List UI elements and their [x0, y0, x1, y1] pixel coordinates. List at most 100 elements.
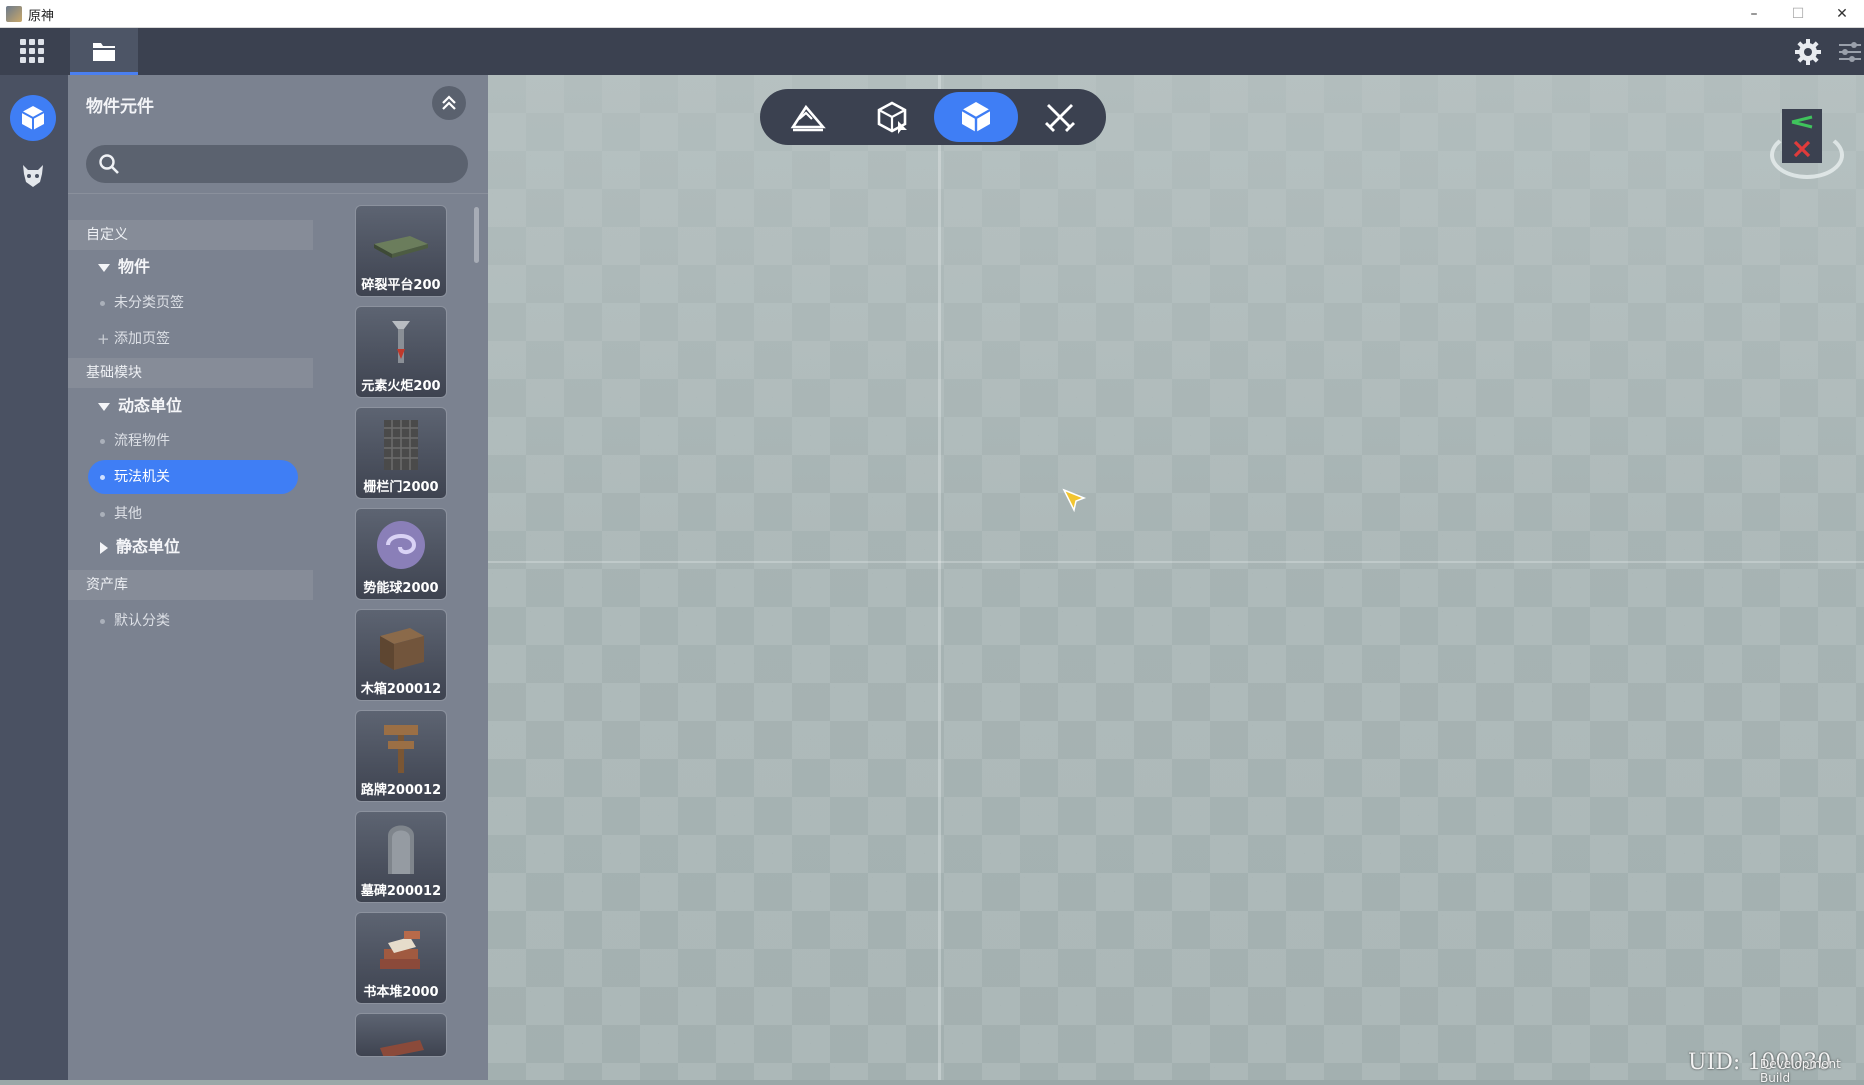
scrollbar[interactable] — [474, 207, 479, 263]
caret-down-icon — [98, 402, 110, 411]
sidebar-item-add-tab[interactable]: + 添加页签 — [88, 322, 298, 356]
sidebar-item-other[interactable]: 其他 — [88, 497, 298, 531]
tombstone-icon — [388, 825, 414, 874]
component-tile[interactable]: 栅栏门2000 — [355, 407, 447, 499]
axis-y-icon — [1782, 109, 1822, 135]
grid-line — [488, 561, 1864, 563]
grid-icon[interactable] — [20, 39, 44, 63]
group-label: 物件 — [118, 257, 151, 276]
caret-right-icon — [100, 541, 108, 554]
component-label: 栅栏门2000 — [363, 480, 439, 495]
component-tile[interactable]: 书本堆2000 — [355, 912, 447, 1004]
bullet-icon — [100, 475, 105, 480]
collapse-button[interactable] — [432, 86, 466, 120]
platform-icon — [374, 236, 428, 258]
group-label: 动态单位 — [118, 396, 183, 415]
cube-icon — [21, 106, 45, 130]
component-tile[interactable]: 木箱200012 — [355, 609, 447, 701]
plus-icon: + — [97, 330, 110, 348]
fog-overlay — [488, 75, 1864, 1080]
sidebar-item-label: 默认分类 — [114, 613, 170, 629]
section-basic[interactable]: 基础模块 — [68, 358, 313, 388]
wireframe-cube-icon — [877, 101, 907, 134]
component-label: 路牌200012 — [360, 783, 442, 798]
component-tile[interactable]: 墓碑200012 — [355, 811, 447, 903]
group-objects[interactable]: 物件 — [98, 252, 150, 282]
search-icon — [99, 154, 119, 174]
crossed-swords-icon — [1045, 104, 1075, 132]
brick-icon — [380, 1040, 424, 1056]
search-input[interactable] — [126, 147, 460, 183]
component-tile[interactable]: 元素火炬200 — [355, 306, 447, 398]
component-tile[interactable]: 碎裂平台200 — [355, 205, 447, 297]
rail-item-components[interactable] — [10, 95, 56, 141]
sidebar-item-label: 添加页签 — [114, 331, 170, 347]
close-button[interactable]: ✕ — [1820, 0, 1864, 28]
scene-viewport[interactable] — [488, 75, 1864, 1080]
double-chevron-up-icon — [442, 95, 456, 110]
mode-components[interactable] — [934, 92, 1018, 142]
creature-icon — [23, 165, 43, 187]
sidebar-item-uncategorized[interactable]: 未分类页签 — [88, 286, 298, 320]
sliders-icon[interactable] — [1836, 38, 1864, 66]
torch-icon — [392, 321, 410, 363]
fence-gate-icon — [384, 420, 418, 470]
crate-icon — [380, 628, 424, 670]
axis-x-icon — [1782, 135, 1822, 163]
top-bar — [0, 28, 1864, 75]
group-static[interactable]: 静态单位 — [98, 532, 180, 562]
bullet-icon — [100, 301, 105, 306]
mode-toolbar — [760, 89, 1106, 145]
sidebar-item-gameplay[interactable]: 玩法机关 — [88, 460, 298, 494]
panel-header: 物件元件 — [68, 75, 488, 131]
maximize-button[interactable]: ☐ — [1776, 0, 1820, 28]
window-title: 原神 — [28, 9, 55, 24]
component-label: 木箱200012 — [360, 682, 442, 697]
component-label: 书本堆2000 — [363, 985, 439, 1000]
window-titlebar: 原神 – ☐ ✕ — [0, 0, 1864, 28]
minimize-button[interactable]: – — [1732, 0, 1776, 28]
axis-line — [938, 75, 941, 1080]
sidebar-item-label: 流程物件 — [114, 433, 170, 449]
mode-terrain[interactable] — [766, 92, 850, 142]
component-panel: 物件元件 自定义 物件 未分类页签 +添加页签 基础模块 动态单位 流程物件 — [68, 75, 488, 1080]
component-label: 碎裂平台200 — [361, 278, 441, 293]
component-label: 墓碑200012 — [360, 884, 442, 899]
rail-item-creatures[interactable] — [10, 152, 56, 198]
bullet-icon — [100, 619, 105, 624]
mode-prefab[interactable] — [850, 92, 934, 142]
left-rail — [0, 75, 68, 1080]
build-label: Development Build — [1760, 1057, 1841, 1085]
folder-icon — [93, 43, 115, 61]
caret-down-icon — [98, 263, 110, 272]
signpost-icon — [384, 725, 418, 773]
sidebar-item-label: 其他 — [114, 506, 142, 522]
sidebar-item-default[interactable]: 默认分类 — [88, 604, 298, 638]
cursor-icon — [1062, 488, 1087, 513]
gear-icon[interactable] — [1794, 38, 1822, 66]
solid-cube-icon — [961, 102, 991, 132]
group-label: 静态单位 — [116, 537, 181, 556]
component-tile[interactable]: 路牌200012 — [355, 710, 447, 802]
bullet-icon — [100, 512, 105, 517]
mode-combat[interactable] — [1018, 92, 1102, 142]
energy-orb-icon — [377, 521, 425, 569]
component-label: 势能球2000 — [363, 581, 439, 596]
component-tile[interactable] — [355, 1013, 447, 1057]
tab-assets[interactable] — [70, 28, 138, 75]
book-pile-icon — [380, 931, 420, 969]
section-custom[interactable]: 自定义 — [68, 220, 313, 250]
app-icon — [6, 6, 22, 22]
terrain-icon — [790, 104, 826, 132]
group-dynamic[interactable]: 动态单位 — [98, 391, 182, 421]
bullet-icon — [100, 439, 105, 444]
sidebar-item-label: 玩法机关 — [114, 469, 170, 485]
panel-title: 物件元件 — [86, 97, 154, 117]
component-label: 元素火炬200 — [361, 379, 441, 394]
component-tile[interactable]: 势能球2000 — [355, 508, 447, 600]
divider — [68, 193, 488, 194]
orientation-gizmo[interactable] — [1770, 109, 1844, 179]
section-assets[interactable]: 资产库 — [68, 570, 313, 600]
sidebar-item-label: 未分类页签 — [114, 295, 184, 311]
sidebar-item-flow[interactable]: 流程物件 — [88, 424, 298, 458]
